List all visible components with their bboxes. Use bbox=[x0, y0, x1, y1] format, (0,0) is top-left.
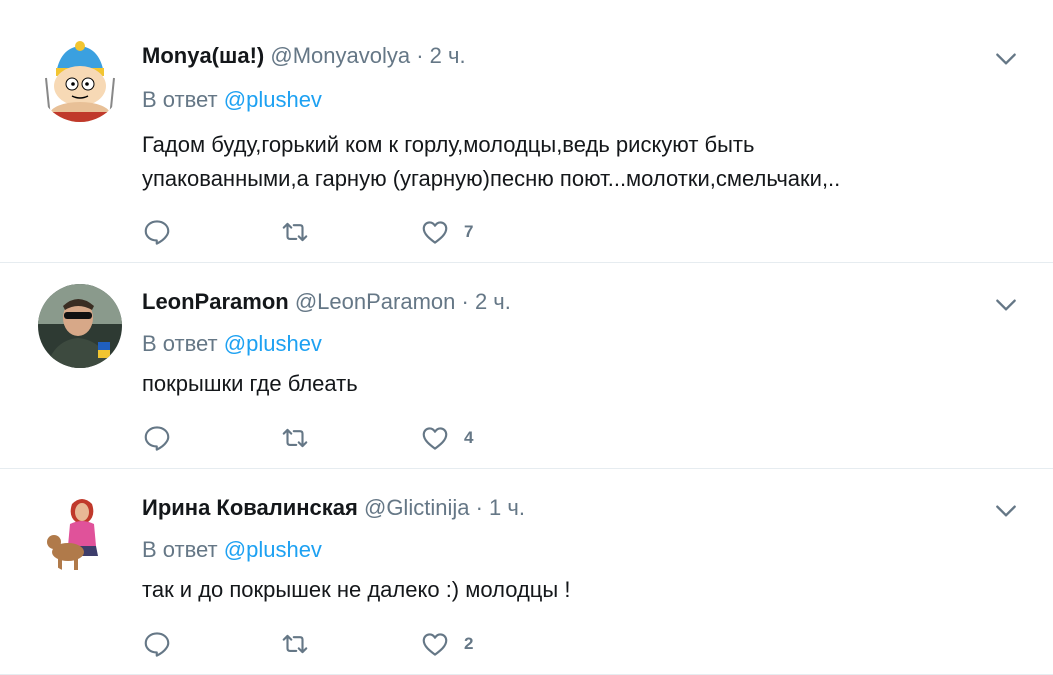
user-handle[interactable]: @Monyavolya bbox=[270, 43, 410, 68]
tweet-header: Ирина Ковалинская @Glictinija · 1 ч. bbox=[142, 494, 525, 522]
reply-button[interactable] bbox=[142, 629, 280, 659]
timestamp[interactable]: 2 ч. bbox=[430, 43, 466, 68]
reply-mention-link[interactable]: @plushev bbox=[224, 537, 322, 562]
tweet-actions: 7 bbox=[142, 215, 540, 249]
tweet[interactable]: Monya(ша!) @Monyavolya · 2 ч. В ответ @p… bbox=[0, 0, 1053, 263]
separator-dot: · bbox=[475, 495, 483, 520]
like-count: 4 bbox=[464, 428, 474, 447]
tweet-text-line: так и до покрышек не далеко :) молодцы ! bbox=[142, 577, 571, 602]
display-name[interactable]: Monya(ша!) bbox=[142, 43, 264, 68]
retweet-icon bbox=[282, 428, 308, 448]
user-photo-icon bbox=[38, 284, 122, 368]
tweet-text: так и до покрышек не далеко :) молодцы ! bbox=[142, 573, 1022, 607]
retweet-icon bbox=[282, 222, 308, 242]
tweet-header: LeonParamon @LeonParamon · 2 ч. bbox=[142, 288, 511, 316]
like-count: 2 bbox=[464, 634, 474, 653]
tweet[interactable]: LeonParamon @LeonParamon · 2 ч. В ответ … bbox=[0, 263, 1053, 469]
separator-dot: · bbox=[461, 289, 469, 314]
tweet-text: Гадом буду,горький ком к горлу,молодцы,в… bbox=[142, 128, 1022, 196]
user-photo-icon bbox=[38, 490, 122, 574]
heart-icon bbox=[422, 427, 448, 450]
timestamp[interactable]: 2 ч. bbox=[475, 289, 511, 314]
reply-to-label: В ответ bbox=[142, 331, 218, 356]
chevron-down-icon[interactable] bbox=[993, 46, 1019, 72]
reply-to-line: В ответ @plushev bbox=[142, 536, 322, 564]
reply-mention-link[interactable]: @plushev bbox=[224, 331, 322, 356]
tweet-text-line: Гадом буду,горький ком к горлу,молодцы,в… bbox=[142, 132, 755, 157]
reply-mention-link[interactable]: @plushev bbox=[224, 87, 322, 112]
chevron-down-icon[interactable] bbox=[993, 292, 1019, 318]
reply-icon bbox=[144, 426, 170, 451]
user-handle[interactable]: @Glictinija bbox=[364, 495, 469, 520]
display-name[interactable]: Ирина Ковалинская bbox=[142, 495, 358, 520]
avatar[interactable] bbox=[38, 490, 122, 574]
user-handle[interactable]: @LeonParamon bbox=[295, 289, 456, 314]
separator-dot: · bbox=[416, 43, 424, 68]
chevron-down-icon[interactable] bbox=[993, 498, 1019, 524]
tweet-text-line: покрышки где блеать bbox=[142, 371, 358, 396]
heart-icon bbox=[422, 221, 448, 244]
reply-icon bbox=[144, 632, 170, 657]
heart-icon bbox=[422, 633, 448, 656]
retweet-button[interactable] bbox=[280, 423, 420, 453]
tweet-text-line: упакованными,а гарную (угарную)песню пою… bbox=[142, 166, 841, 191]
like-count: 7 bbox=[464, 222, 474, 241]
like-button[interactable]: 2 bbox=[420, 629, 540, 659]
avatar[interactable] bbox=[38, 284, 122, 368]
like-button[interactable]: 4 bbox=[420, 423, 540, 453]
cartman-avatar-icon bbox=[38, 38, 122, 122]
tweet-text: покрышки где блеать bbox=[142, 367, 1022, 401]
tweet-header: Monya(ша!) @Monyavolya · 2 ч. bbox=[142, 42, 466, 70]
retweet-icon bbox=[282, 634, 308, 654]
reply-button[interactable] bbox=[142, 423, 280, 453]
like-button[interactable]: 7 bbox=[420, 217, 540, 247]
tweet-actions: 4 bbox=[142, 421, 540, 455]
reply-to-line: В ответ @plushev bbox=[142, 86, 322, 114]
reply-to-label: В ответ bbox=[142, 87, 218, 112]
tweet-actions: 2 bbox=[142, 627, 540, 661]
display-name[interactable]: LeonParamon bbox=[142, 289, 289, 314]
reply-to-label: В ответ bbox=[142, 537, 218, 562]
tweet[interactable]: Ирина Ковалинская @Glictinija · 1 ч. В о… bbox=[0, 469, 1053, 675]
reply-to-line: В ответ @plushev bbox=[142, 330, 322, 358]
retweet-button[interactable] bbox=[280, 217, 420, 247]
avatar[interactable] bbox=[38, 38, 122, 122]
reply-button[interactable] bbox=[142, 217, 280, 247]
timestamp[interactable]: 1 ч. bbox=[489, 495, 525, 520]
reply-icon bbox=[144, 220, 170, 245]
retweet-button[interactable] bbox=[280, 629, 420, 659]
